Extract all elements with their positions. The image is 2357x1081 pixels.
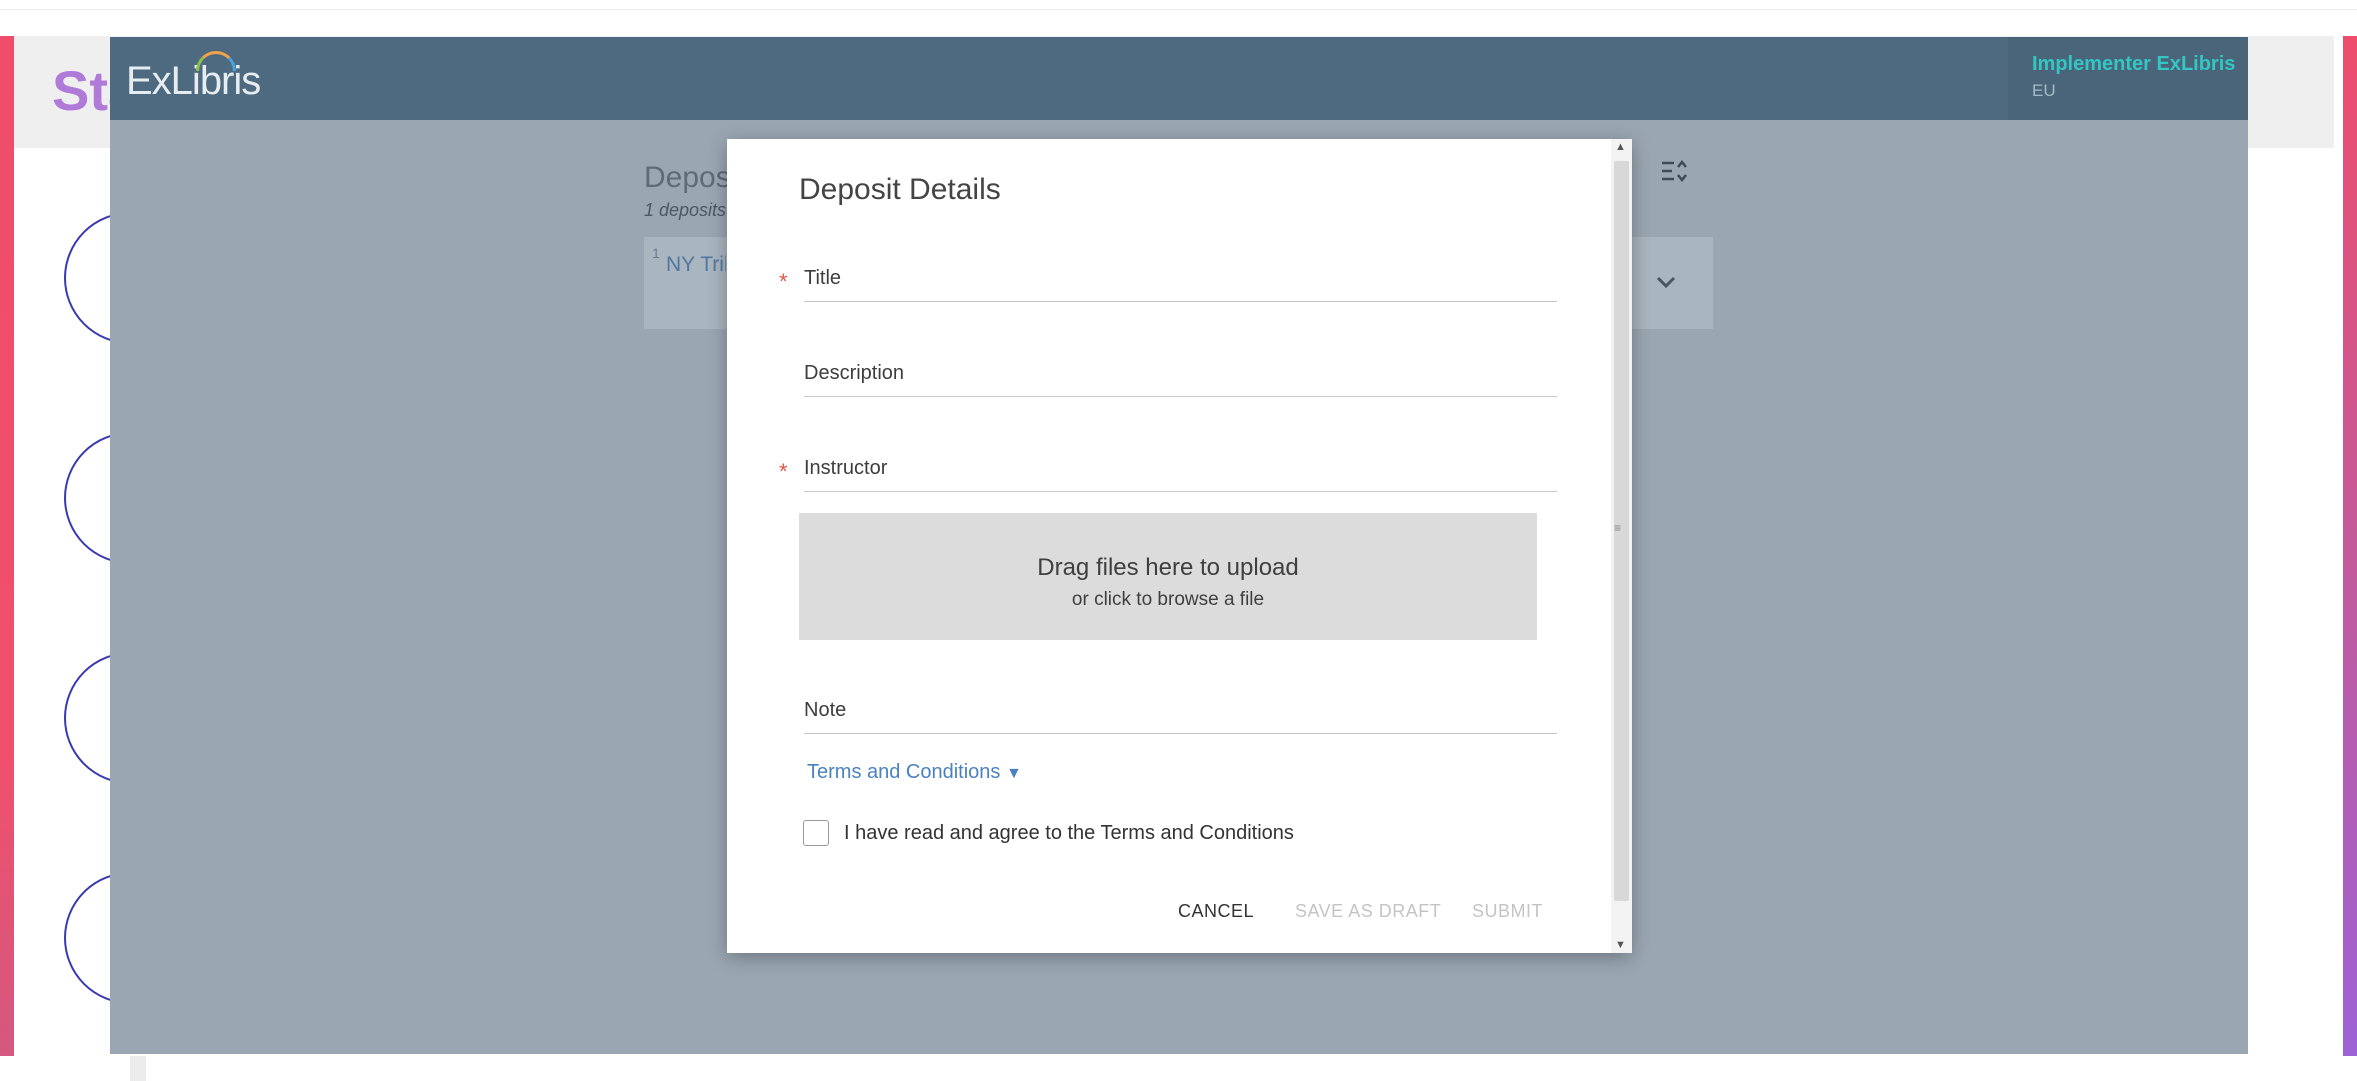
file-upload-dropzone[interactable]: Drag files here to upload or click to br… — [799, 513, 1537, 640]
submit-button[interactable]: SUBMIT — [1472, 901, 1543, 922]
agree-terms-label[interactable]: I have read and agree to the Terms and C… — [844, 822, 1294, 845]
dropzone-main-text: Drag files here to upload — [1037, 554, 1299, 581]
row-number: 1 — [652, 245, 660, 261]
required-asterisk-icon: * — [779, 459, 788, 484]
title-field[interactable]: * Title — [779, 267, 1557, 302]
user-name: Implementer ExLibris — [2032, 53, 2236, 75]
chevron-down-icon[interactable] — [1655, 265, 1677, 296]
required-asterisk-icon: * — [779, 269, 788, 294]
title-field-label: Title — [804, 267, 842, 289]
dialog-title: Deposit Details — [799, 173, 1001, 206]
deposits-title: Depos — [644, 161, 731, 194]
agree-terms-checkbox[interactable] — [803, 820, 829, 846]
right-accent-bar — [2343, 36, 2357, 1056]
app-header: ExLibris Implementer ExLibris EU — [110, 37, 2248, 120]
exlibris-logo[interactable]: ExLibris — [126, 59, 261, 104]
description-field[interactable]: Description — [804, 362, 1557, 397]
deposit-details-dialog: ▲ ≡ ▼ Deposit Details * Title Descriptio… — [727, 139, 1632, 953]
user-menu[interactable]: Implementer ExLibris EU — [2008, 37, 2248, 120]
instructor-field-label: Instructor — [804, 457, 888, 479]
note-field[interactable]: Note — [804, 699, 1557, 734]
page-top-bar — [0, 0, 2357, 10]
cancel-button[interactable]: CANCEL — [1178, 901, 1254, 922]
instructor-field[interactable]: * Instructor — [779, 457, 1557, 492]
save-as-draft-button[interactable]: SAVE AS DRAFT — [1295, 901, 1441, 922]
sort-icon[interactable] — [1660, 157, 1690, 187]
terms-link-label: Terms and Conditions — [807, 761, 1001, 783]
dialog-scrollbar[interactable]: ▲ ≡ ▼ — [1611, 139, 1632, 953]
terms-and-conditions-toggle[interactable]: Terms and Conditions ▼ — [807, 761, 1022, 784]
scroll-grip-icon: ≡ — [1614, 521, 1622, 535]
scroll-up-arrow-icon[interactable]: ▲ — [1615, 141, 1626, 153]
note-field-label: Note — [804, 699, 847, 721]
triangle-down-icon: ▼ — [1006, 765, 1022, 782]
left-accent-bar — [0, 36, 14, 1056]
deposits-count: 1 deposits — [644, 200, 727, 220]
rainbow-arc-icon — [196, 51, 236, 71]
scroll-down-arrow-icon[interactable]: ▼ — [1615, 939, 1626, 951]
user-region: EU — [2032, 81, 2056, 100]
row-title[interactable]: NY Trib — [666, 253, 726, 277]
background-divider — [130, 1056, 146, 1081]
dropzone-browse-link[interactable]: or click to browse a file — [799, 589, 1537, 611]
description-field-label: Description — [804, 362, 905, 384]
